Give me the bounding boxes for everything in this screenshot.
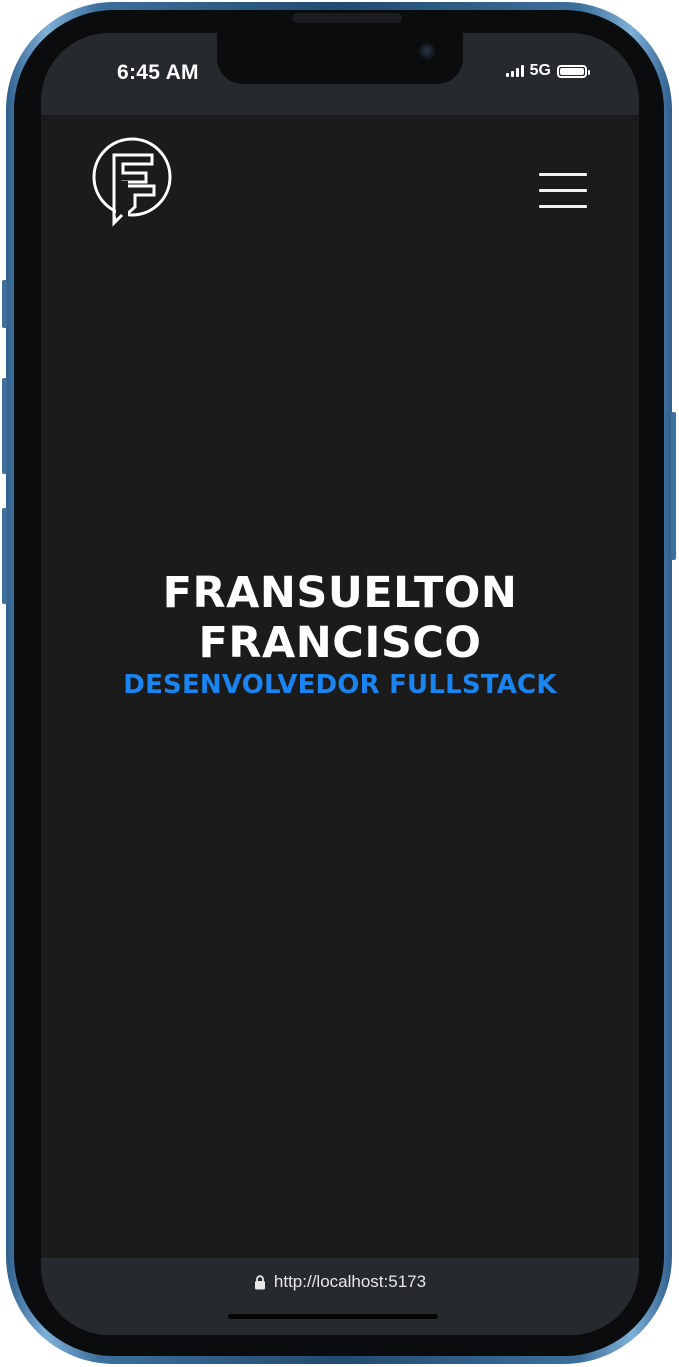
hero-section: FRANSUELTON FRANCISCO DESENVOLVEDOR FULL… (41, 568, 639, 700)
home-indicator[interactable] (228, 1314, 438, 1319)
hamburger-menu-icon[interactable] (539, 172, 587, 210)
status-bar: 6:45 AM 5G (41, 33, 639, 115)
screen: 6:45 AM 5G FRANSUELTON FRANCISCO DESENVO… (41, 33, 639, 1335)
power-button (671, 412, 676, 560)
url-display[interactable]: http://localhost:5173 (41, 1272, 639, 1292)
hero-name-line2: FRANCISCO (198, 618, 482, 668)
status-time: 6:45 AM (117, 61, 199, 84)
front-camera (419, 43, 435, 59)
status-indicators: 5G (505, 62, 590, 80)
network-type: 5G (529, 62, 551, 79)
url-text[interactable]: http://localhost:5173 (274, 1272, 426, 1292)
browser-url-bar[interactable]: http://localhost:5173 (41, 1258, 639, 1335)
hero-role: DESENVOLVEDOR FULLSTACK (123, 670, 557, 700)
ff-monogram-logo-icon[interactable] (92, 137, 174, 227)
hero-name-line1: FRANSUELTON (162, 568, 518, 618)
battery-icon (557, 64, 590, 78)
mute-switch (2, 280, 7, 328)
volume-down-button (2, 508, 7, 604)
signal-icon (505, 65, 524, 77)
notch (217, 33, 463, 84)
earpiece-speaker (292, 13, 402, 23)
volume-up-button (2, 378, 7, 474)
lock-icon (254, 1274, 265, 1289)
